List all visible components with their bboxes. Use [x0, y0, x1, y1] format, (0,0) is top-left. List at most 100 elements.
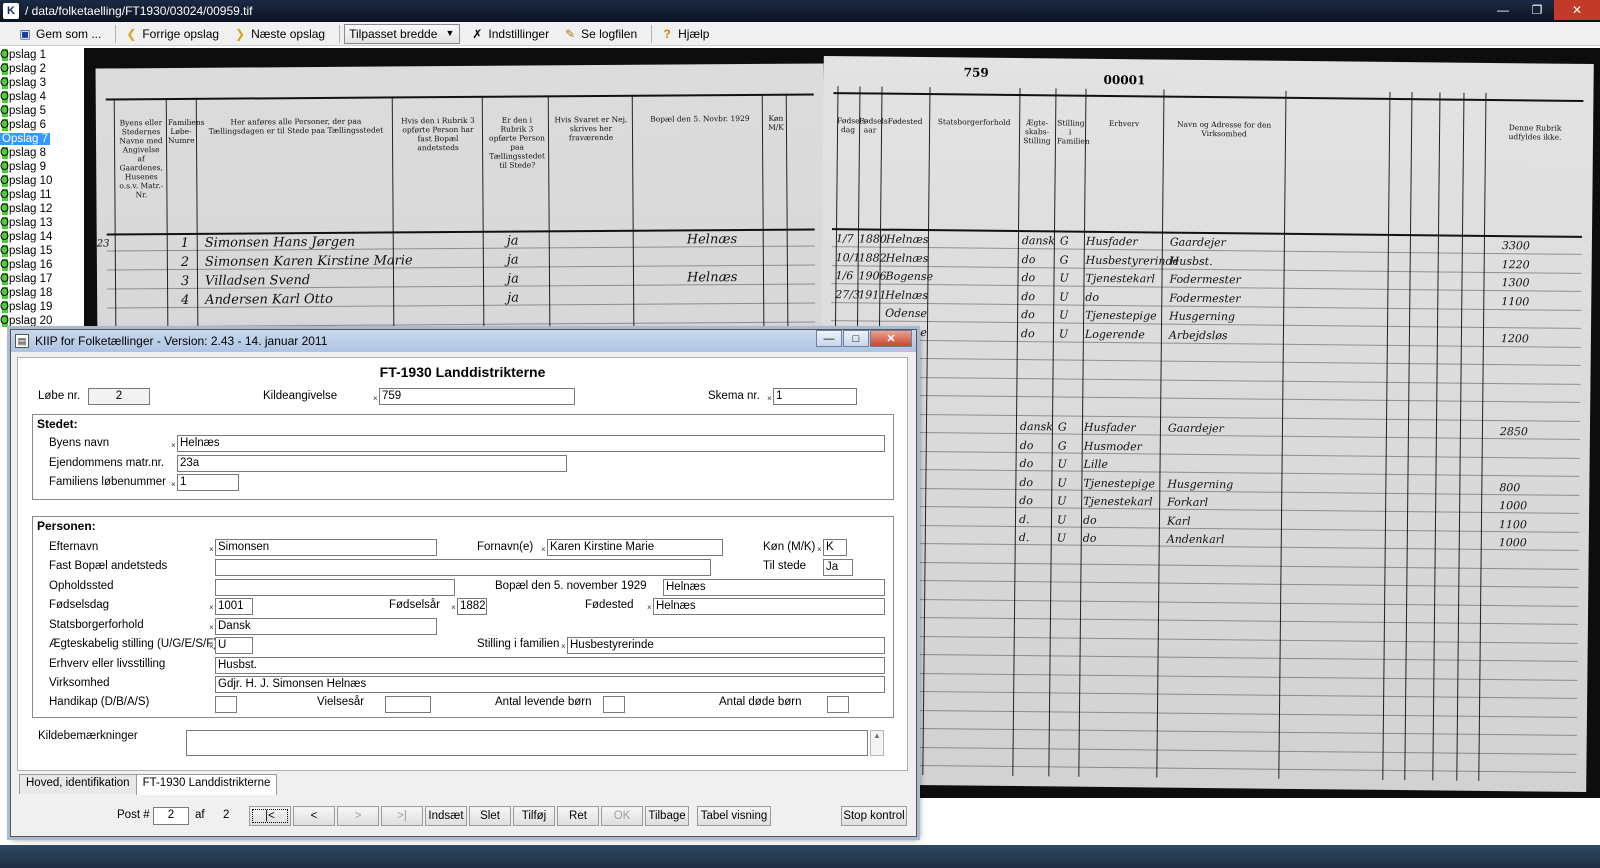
minimize-icon[interactable]: —	[1486, 0, 1520, 20]
back-button[interactable]: Tilbage	[645, 806, 689, 826]
post-field[interactable]: 2	[153, 807, 189, 825]
form-column-header: Fødested	[887, 116, 923, 127]
vielse-field[interactable]	[385, 696, 431, 713]
tab-hoved[interactable]: Hoved, identifikation	[19, 774, 137, 794]
page-list-item[interactable]: Opslag 20	[0, 314, 84, 328]
kilde-field[interactable]: 759	[379, 388, 575, 405]
form-row-rule	[829, 449, 1580, 459]
form-row-rule	[830, 375, 1581, 385]
page-list-label: Opslag 10	[0, 175, 53, 187]
handwritten-citizenship: do	[1021, 289, 1036, 303]
fast-field[interactable]	[215, 559, 711, 576]
fam-label: Familiens løbenummer	[49, 476, 166, 488]
next-page-button[interactable]: ❯ Næste opslag	[229, 24, 329, 44]
add-button[interactable]: Tilføj	[513, 806, 555, 826]
page-list-item[interactable]: Opslag 16	[0, 258, 84, 272]
erhverv-field[interactable]: Husbst.	[215, 657, 885, 674]
kilde-bem-field[interactable]	[186, 730, 868, 756]
scroll-up-icon[interactable]: ▲	[870, 730, 884, 756]
page-list[interactable]: Opslag 1 Opslag 2 Opslag 3 Opslag 4 Opslag 5…	[0, 48, 84, 333]
page-list-item[interactable]: Opslag 19	[0, 300, 84, 314]
floppy-icon: ▣	[19, 26, 31, 41]
ophold-field[interactable]	[215, 579, 455, 596]
stop-control-button[interactable]: Stop kontrol	[841, 806, 907, 826]
settings-button[interactable]: ✗ Indstillinger	[466, 24, 553, 44]
fast-label: Fast Bopæl andetsteds	[49, 560, 168, 572]
handwritten-occupation: Husbst.	[1169, 254, 1213, 268]
table-view-button[interactable]: Tabel visning	[697, 806, 771, 826]
tilstede-field[interactable]: Ja	[823, 559, 853, 576]
dialog-minimize-icon[interactable]: —	[816, 330, 842, 347]
page-list-item[interactable]: Opslag 17	[0, 272, 84, 286]
stats-field[interactable]: Dansk	[215, 618, 437, 635]
view-log-button[interactable]: ✎ Se logfilen	[559, 24, 641, 44]
matr-field[interactable]: 23a	[177, 455, 567, 472]
dialog-close-icon[interactable]: ✕	[870, 330, 912, 347]
page-list-item[interactable]: Opslag 14	[0, 230, 84, 244]
efternavn-field[interactable]: Simonsen	[215, 539, 437, 556]
ok-button[interactable]: OK	[601, 806, 643, 826]
page-list-item[interactable]: Opslag 7	[0, 132, 84, 146]
byens-field[interactable]: Helnæs	[177, 435, 885, 452]
last-record-button[interactable]: >|	[381, 806, 423, 826]
edit-button[interactable]: Ret	[557, 806, 599, 826]
page-list-item[interactable]: Opslag 9	[0, 160, 84, 174]
handwritten-family-role: Husfader	[1083, 420, 1136, 435]
foedselsaar-field[interactable]: 1882	[457, 598, 487, 615]
save-as-button[interactable]: ▣ Gem som ...	[14, 24, 105, 44]
page-list-item[interactable]: Opslag 18	[0, 286, 84, 300]
page-list-label: Opslag 15	[0, 245, 53, 257]
prev-record-button[interactable]: <	[293, 806, 335, 826]
page-list-item[interactable]: Opslag 4	[0, 90, 84, 104]
page-list-item[interactable]: Opslag 8	[0, 146, 84, 160]
page-list-item[interactable]: Opslag 12	[0, 202, 84, 216]
page-list-item[interactable]: Opslag 6	[0, 118, 84, 132]
entry-dialog: ▤ KIIP for Folketællinger - Version: 2.4…	[10, 329, 917, 837]
fornavn-field[interactable]: Karen Kirstine Marie	[547, 539, 723, 556]
virksomhed-field[interactable]: Gdjr. H. J. Simonsen Helnæs	[215, 676, 885, 693]
first-record-button[interactable]: |<	[249, 806, 291, 826]
delete-button[interactable]: Slet	[469, 806, 511, 826]
foedselsdag-field[interactable]: 1001	[215, 598, 253, 615]
next-record-button[interactable]: >	[337, 806, 379, 826]
skema-field[interactable]: 1	[773, 388, 857, 405]
page-list-item[interactable]: Opslag 13	[0, 216, 84, 230]
census-stamp-number: 00001	[1103, 72, 1146, 88]
app-icon[interactable]: K	[3, 3, 19, 19]
form-row-rule	[826, 745, 1577, 755]
help-button[interactable]: ? Hjælp	[656, 24, 713, 44]
page-list-item[interactable]: Opslag 3	[0, 76, 84, 90]
aegte-field[interactable]: U	[215, 637, 253, 654]
handwritten-family-role: Tjenestekarl	[1085, 271, 1156, 286]
handwritten-birthday: 10/1	[835, 250, 861, 264]
page-list-label: Opslag 2	[0, 63, 47, 75]
view-log-label: Se logfilen	[581, 26, 638, 41]
bopael-field[interactable]: Helnæs	[663, 579, 885, 596]
page-list-item[interactable]: Opslag 2	[0, 62, 84, 76]
insert-button[interactable]: Indsæt	[425, 806, 467, 826]
fam-field[interactable]: 1	[177, 474, 239, 491]
dialog-maximize-icon[interactable]: □	[843, 330, 869, 347]
tab-ft1930[interactable]: FT-1930 Landdistrikterne	[135, 774, 278, 795]
doede-field[interactable]	[827, 696, 849, 713]
zoom-select[interactable]: Tilpasset bredde	[344, 23, 461, 44]
page-list-item[interactable]: Opslag 5	[0, 104, 84, 118]
handwritten-occupation: Arbejdsløs	[1168, 328, 1228, 342]
handikap-field[interactable]	[215, 696, 237, 713]
levende-label: Antal levende børn	[495, 696, 592, 708]
page-list-item[interactable]: Opslag 11	[0, 188, 84, 202]
page-list-item[interactable]: Opslag 10	[0, 174, 84, 188]
handwritten-citizenship: dansk	[1019, 420, 1054, 434]
stilling-field[interactable]: Husbestyrerinde	[567, 637, 885, 654]
page-list-item[interactable]: Opslag 15	[0, 244, 84, 258]
window-controls: — ❐ ✕	[1486, 0, 1600, 20]
handwritten-civil: U	[1057, 457, 1067, 471]
prev-page-button[interactable]: ❮ Forrige opslag	[120, 24, 223, 44]
levende-field[interactable]	[603, 696, 625, 713]
close-icon[interactable]: ✕	[1554, 0, 1600, 20]
form-row-rule	[828, 579, 1579, 588]
koen-field[interactable]: K	[823, 539, 847, 556]
maximize-icon[interactable]: ❐	[1520, 0, 1554, 20]
page-list-item[interactable]: Opslag 1	[0, 48, 84, 62]
foedested-field[interactable]: Helnæs	[653, 598, 885, 615]
